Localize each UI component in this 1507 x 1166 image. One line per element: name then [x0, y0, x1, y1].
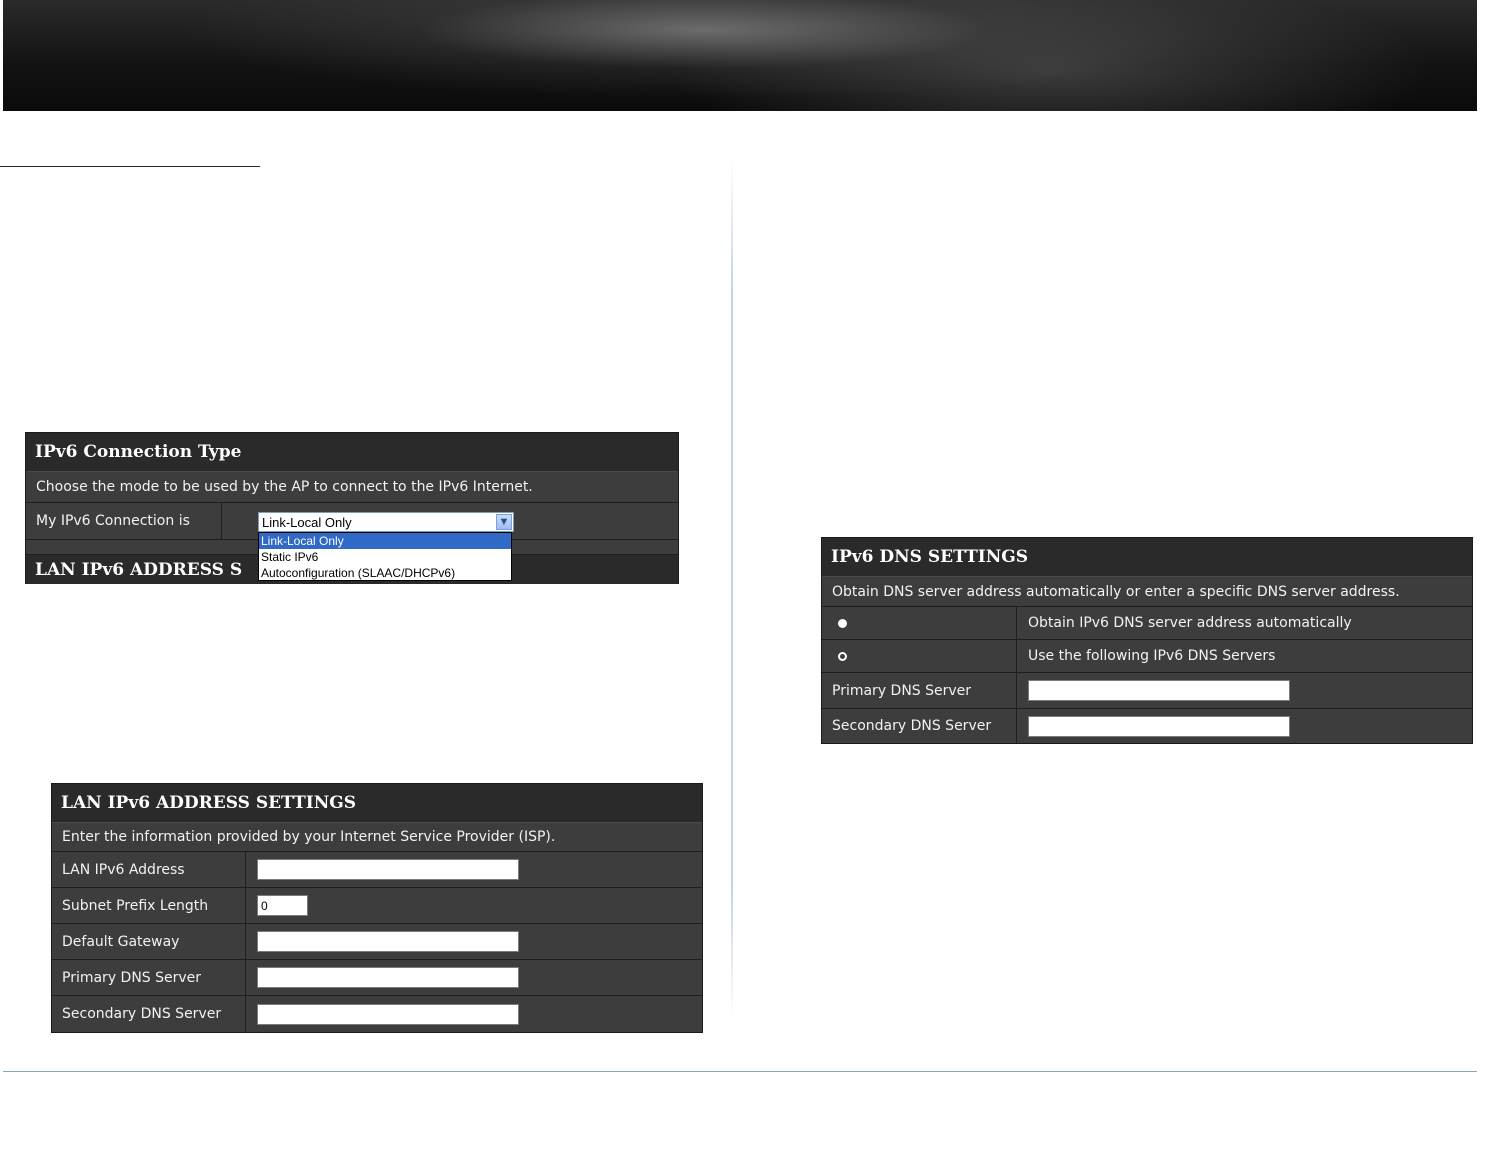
connection-type-dropdown: Link-Local Only Static IPv6 Autoconfigur…: [258, 532, 512, 581]
connection-type-label: My IPv6 Connection is: [26, 503, 222, 539]
lan-secondary-dns-cell: [246, 996, 702, 1032]
lan-secondary-dns-label: Secondary DNS Server: [52, 996, 246, 1032]
section-title-underline: [0, 166, 260, 167]
dns-secondary-input[interactable]: [1028, 715, 1290, 737]
chevron-down-icon[interactable]: ▼: [496, 514, 512, 530]
dns-secondary-label: Secondary DNS Server: [822, 709, 1017, 743]
default-gateway-row: Default Gateway: [52, 924, 702, 960]
ipv6-dns-settings-panel: IPv6 DNS SETTINGS Obtain DNS server addr…: [821, 537, 1473, 744]
lan-primary-dns-label: Primary DNS Server: [52, 960, 246, 995]
panel-title: IPv6 DNS SETTINGS: [822, 538, 1472, 577]
dns-auto-radio[interactable]: [838, 618, 847, 628]
panel-description: Obtain DNS server address automatically …: [822, 577, 1472, 607]
dns-secondary-cell: [1017, 709, 1472, 743]
dns-primary-cell: [1017, 673, 1472, 708]
select-current-value: Link-Local Only: [262, 514, 352, 530]
dns-manual-radio[interactable]: [838, 651, 847, 661]
panel-title: IPv6 Connection Type: [26, 433, 678, 472]
dns-manual-radio-cell: [822, 640, 1017, 672]
subnet-prefix-length-label: Subnet Prefix Length: [52, 888, 246, 923]
connection-type-select[interactable]: Link-Local Only ▼: [258, 512, 514, 532]
subnet-prefix-length-input[interactable]: [257, 895, 308, 916]
dns-auto-radio-cell: [822, 607, 1017, 639]
lan-primary-dns-row: Primary DNS Server: [52, 960, 702, 996]
dns-primary-input[interactable]: [1028, 680, 1290, 701]
lan-primary-dns-input[interactable]: [257, 967, 519, 988]
lan-ipv6-address-panel: LAN IPv6 ADDRESS SETTINGS Enter the info…: [51, 783, 703, 1033]
dns-manual-row: Use the following IPv6 DNS Servers: [822, 640, 1472, 673]
lan-ipv6-address-label: LAN IPv6 Address: [52, 852, 246, 887]
lan-primary-dns-cell: [246, 960, 702, 995]
lan-ipv6-address-cell: [246, 852, 702, 887]
default-gateway-cell: [246, 924, 702, 959]
dns-primary-label: Primary DNS Server: [822, 673, 1017, 708]
dropdown-option-autoconfiguration[interactable]: Autoconfiguration (SLAAC/DHCPv6): [259, 565, 511, 581]
default-gateway-label: Default Gateway: [52, 924, 246, 959]
dropdown-option-static-ipv6[interactable]: Static IPv6: [259, 549, 511, 565]
subnet-prefix-length-row: Subnet Prefix Length: [52, 888, 702, 924]
lan-ipv6-address-row: LAN IPv6 Address: [52, 852, 702, 888]
subnet-prefix-length-cell: [246, 888, 702, 923]
panel-title: LAN IPv6 ADDRESS SETTINGS: [52, 784, 702, 823]
header-banner: [3, 0, 1477, 111]
lan-ipv6-address-input[interactable]: [257, 859, 519, 880]
footer-rule: [3, 1071, 1477, 1072]
dns-primary-row: Primary DNS Server: [822, 673, 1472, 709]
dns-auto-label: Obtain IPv6 DNS server address automatic…: [1017, 607, 1472, 639]
dns-secondary-row: Secondary DNS Server: [822, 709, 1472, 743]
dns-auto-row: Obtain IPv6 DNS server address automatic…: [822, 607, 1472, 640]
lan-secondary-dns-input[interactable]: [257, 1003, 519, 1025]
default-gateway-input[interactable]: [257, 931, 519, 952]
ipv6-connection-type-panel: IPv6 Connection Type Choose the mode to …: [25, 432, 679, 584]
panel-description: Enter the information provided by your I…: [52, 823, 702, 852]
column-divider: [731, 160, 733, 1020]
lan-secondary-dns-row: Secondary DNS Server: [52, 996, 702, 1032]
panel-description: Choose the mode to be used by the AP to …: [26, 472, 678, 503]
dropdown-option-link-local[interactable]: Link-Local Only: [259, 533, 511, 549]
dns-manual-label: Use the following IPv6 DNS Servers: [1017, 640, 1472, 672]
